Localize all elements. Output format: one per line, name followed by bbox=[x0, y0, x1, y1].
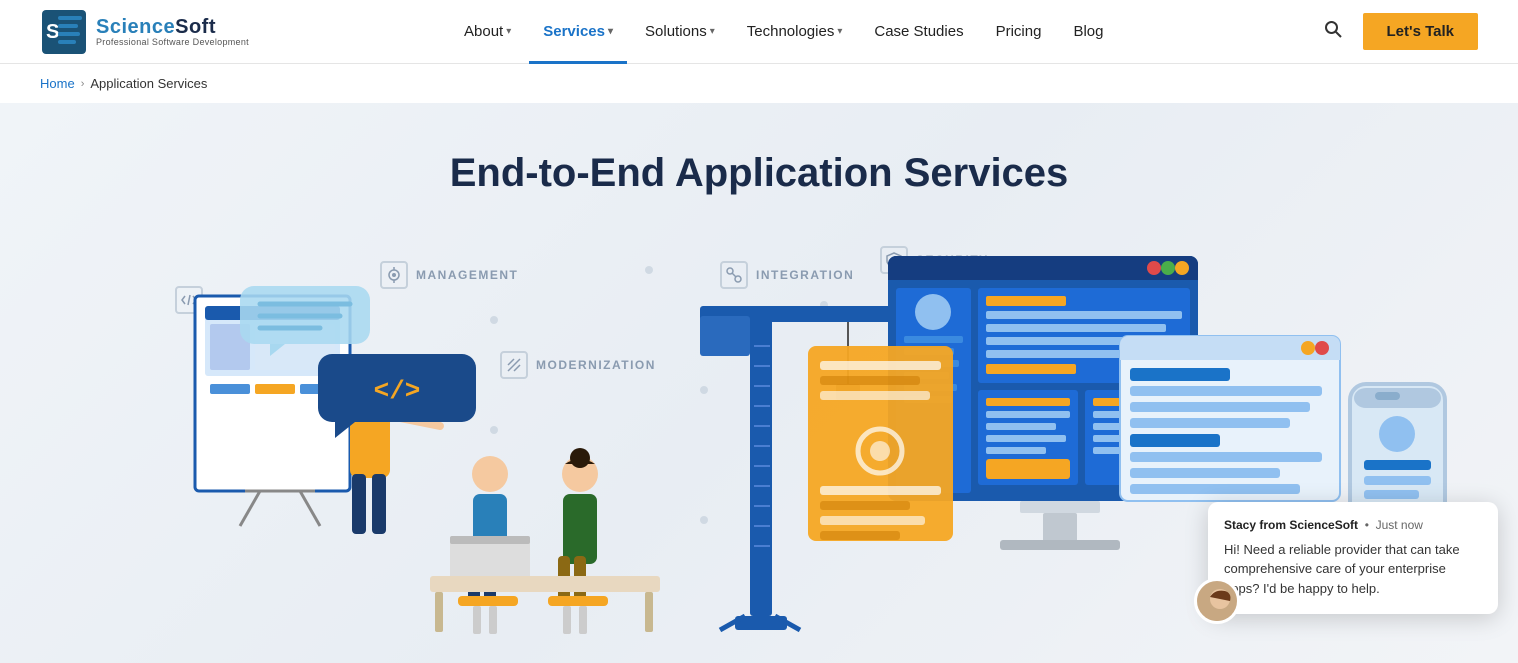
nav-solutions-label: Solutions bbox=[645, 23, 707, 40]
breadcrumb-home[interactable]: Home bbox=[40, 76, 75, 91]
chat-message: Hi! Need a reliable provider that can ta… bbox=[1224, 542, 1460, 596]
security-icon bbox=[880, 246, 908, 274]
nav-technologies-chevron: ▾ bbox=[837, 26, 842, 37]
testing-icon bbox=[1090, 291, 1118, 319]
dot-5 bbox=[820, 301, 828, 309]
dot-7 bbox=[1220, 486, 1228, 494]
svg-text:</>: </> bbox=[374, 376, 421, 406]
nav-technologies-label: Technologies bbox=[747, 23, 835, 40]
header-right: Let's Talk bbox=[1319, 13, 1478, 50]
nav-about-label: About bbox=[464, 23, 503, 40]
nav-about[interactable]: About ▾ bbox=[450, 0, 525, 64]
nav-pricing-label: Pricing bbox=[996, 23, 1042, 40]
search-button[interactable] bbox=[1319, 15, 1347, 48]
dot-1 bbox=[490, 316, 498, 324]
testing-label-text: TESTING bbox=[1126, 298, 1189, 312]
logo-sub-text: Professional Software Development bbox=[96, 38, 249, 48]
dot-8 bbox=[700, 516, 708, 524]
modernization-icon bbox=[500, 351, 528, 379]
nav-pricing[interactable]: Pricing bbox=[982, 0, 1056, 64]
breadcrumb: Home › Application Services bbox=[0, 64, 1518, 103]
chat-header: Stacy from ScienceSoft • Just now bbox=[1224, 518, 1482, 532]
security-label-text: SECURITY bbox=[916, 253, 989, 267]
chat-avatar bbox=[1194, 578, 1240, 624]
nav-services-label: Services bbox=[543, 23, 605, 40]
development-icon bbox=[175, 286, 203, 314]
nav-case-studies[interactable]: Case Studies bbox=[860, 0, 977, 64]
nav-blog-label: Blog bbox=[1073, 23, 1103, 40]
modernization-label-text: MODERNIZATION bbox=[536, 358, 656, 372]
main-nav: About ▾ Services ▾ Solutions ▾ Technolog… bbox=[450, 0, 1117, 64]
nav-services[interactable]: Services ▾ bbox=[529, 0, 627, 64]
label-testing: TESTING bbox=[1090, 291, 1189, 319]
nav-solutions[interactable]: Solutions ▾ bbox=[631, 0, 729, 64]
development-label-text: DEVELOPMENT bbox=[211, 293, 319, 307]
label-modernization: MODERNIZATION bbox=[500, 351, 656, 379]
logo-text: ScienceSoft Professional Software Develo… bbox=[96, 16, 249, 48]
breadcrumb-current: Application Services bbox=[90, 76, 207, 91]
nav-case-studies-label: Case Studies bbox=[874, 23, 963, 40]
logo-icon: S bbox=[40, 8, 88, 56]
label-development: DEVELOPMENT bbox=[175, 286, 319, 314]
chat-sender: Stacy from ScienceSoft bbox=[1224, 518, 1358, 532]
svg-text:S: S bbox=[46, 21, 59, 43]
dot-4 bbox=[490, 426, 498, 434]
chat-widget: Stacy from ScienceSoft • Just now Hi! Ne… bbox=[1208, 502, 1498, 615]
breadcrumb-separator: › bbox=[81, 78, 85, 90]
dot-6 bbox=[1230, 366, 1238, 374]
nav-solutions-chevron: ▾ bbox=[710, 26, 715, 37]
nav-about-chevron: ▾ bbox=[506, 26, 511, 37]
integration-icon bbox=[720, 261, 748, 289]
lets-talk-button[interactable]: Let's Talk bbox=[1363, 13, 1478, 50]
search-icon bbox=[1323, 19, 1343, 39]
hero-title: End-to-End Application Services bbox=[450, 151, 1069, 196]
logo-main-text: ScienceSoft bbox=[96, 16, 249, 38]
label-management: MANAGEMENT bbox=[380, 261, 518, 289]
management-label-text: MANAGEMENT bbox=[416, 268, 518, 282]
nav-blog[interactable]: Blog bbox=[1059, 0, 1117, 64]
management-icon bbox=[380, 261, 408, 289]
label-integration: INTEGRATION bbox=[720, 261, 854, 289]
dot-3 bbox=[700, 386, 708, 394]
header: S ScienceSoft Professional Software Deve… bbox=[0, 0, 1518, 64]
nav-technologies[interactable]: Technologies ▾ bbox=[733, 0, 857, 64]
logo[interactable]: S ScienceSoft Professional Software Deve… bbox=[40, 8, 249, 56]
chat-time: Just now bbox=[1376, 518, 1423, 532]
chat-body: Hi! Need a reliable provider that can ta… bbox=[1224, 540, 1482, 599]
nav-services-chevron: ▾ bbox=[608, 26, 613, 37]
integration-label-text: INTEGRATION bbox=[756, 268, 854, 282]
dot-2 bbox=[645, 266, 653, 274]
label-security: SECURITY bbox=[880, 246, 989, 274]
